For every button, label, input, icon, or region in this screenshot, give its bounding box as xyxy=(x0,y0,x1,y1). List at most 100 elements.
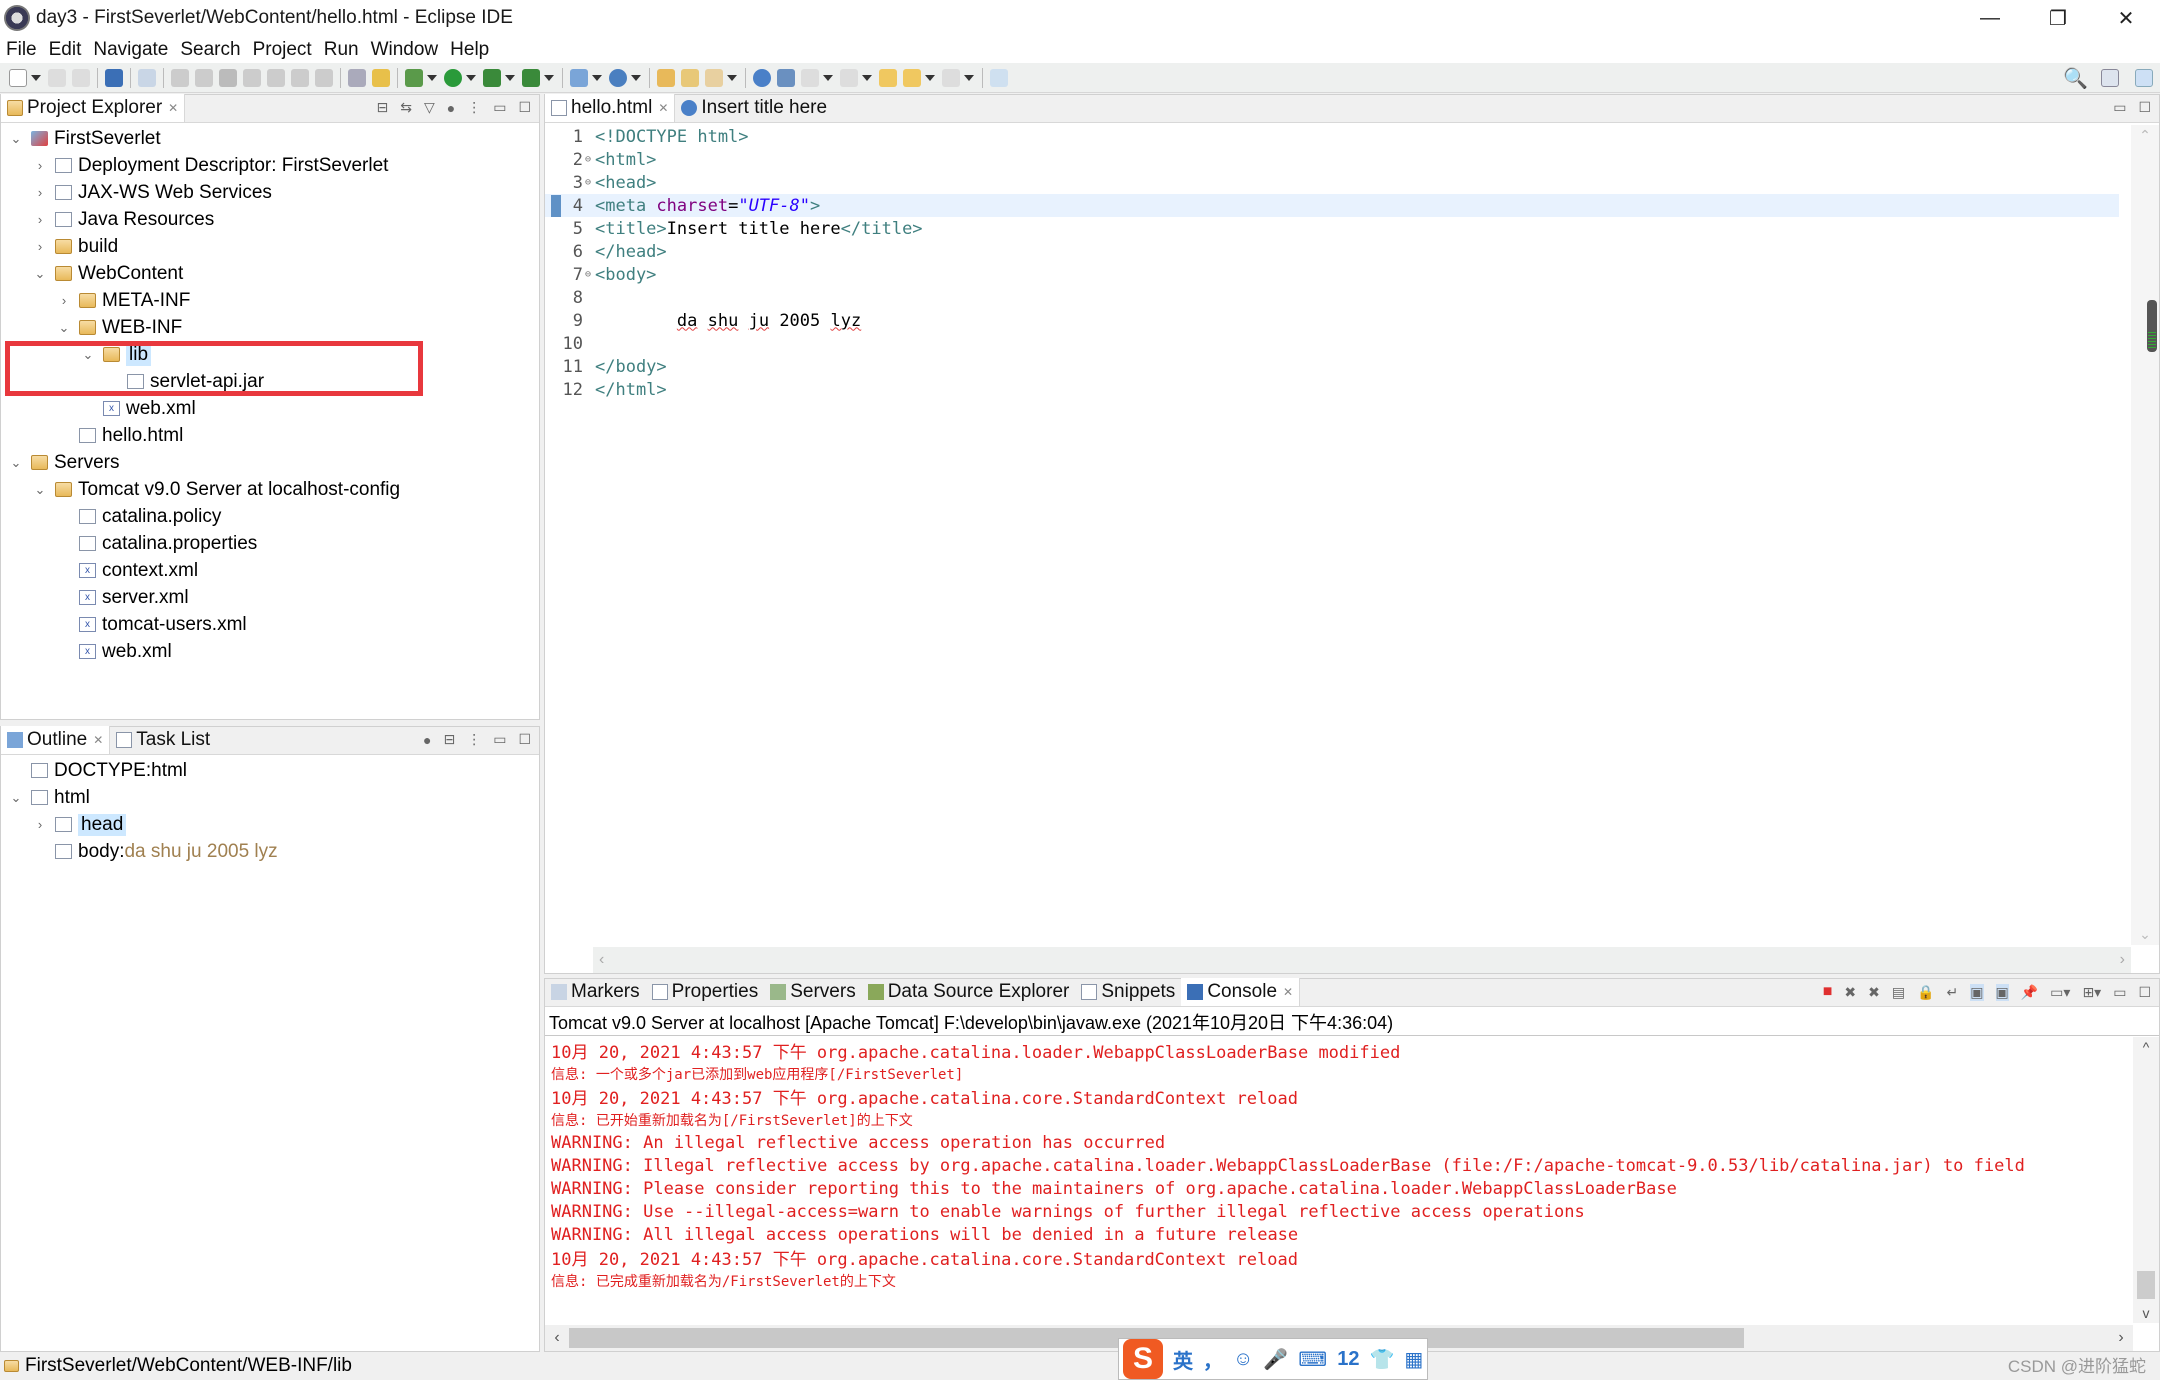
search-tool-icon[interactable] xyxy=(705,68,723,87)
tab-markers[interactable]: Markers xyxy=(545,978,646,1006)
scroll-left-icon[interactable]: ‹ xyxy=(599,951,604,969)
console-vertical-scrollbar[interactable]: ^ v xyxy=(2133,1037,2159,1323)
tab-console[interactable]: Console ✕ xyxy=(1181,978,1301,1006)
step-filters-icon[interactable] xyxy=(372,68,390,87)
collapse-all-icon[interactable]: ⊟ xyxy=(443,731,455,748)
show-on-stderr-icon[interactable]: ▣ xyxy=(1995,983,2009,1001)
menu-run[interactable]: Run xyxy=(324,39,359,61)
expand-icon[interactable]: › xyxy=(33,239,47,254)
minimize-button[interactable]: — xyxy=(1956,0,2024,36)
tab-data-source-explorer[interactable]: Data Source Explorer xyxy=(862,978,1076,1006)
external-tools-icon[interactable] xyxy=(522,68,540,87)
maximize-view-icon[interactable]: ☐ xyxy=(2138,99,2151,116)
ime-keyboard-icon[interactable]: ⌨ xyxy=(1298,1347,1327,1372)
expand-icon[interactable]: › xyxy=(33,212,47,227)
ime-toolbox-icon[interactable]: ▦ xyxy=(1404,1347,1423,1372)
tree-item[interactable]: x server.xml xyxy=(1,584,539,611)
tree-item[interactable]: x web.xml xyxy=(1,395,539,422)
menu-edit[interactable]: Edit xyxy=(49,39,82,61)
tab-properties[interactable]: Properties xyxy=(646,978,765,1006)
tree-item[interactable]: x web.xml xyxy=(1,638,539,665)
next-annotation-icon[interactable] xyxy=(801,68,819,87)
fold-icon[interactable]: ⊖ xyxy=(585,177,595,188)
collapse-icon[interactable]: ⌄ xyxy=(9,790,23,806)
tree-item[interactable]: catalina.policy xyxy=(1,503,539,530)
open-type-icon[interactable] xyxy=(657,68,675,87)
tree-item[interactable]: body : da shu ju 2005 lyz xyxy=(1,838,539,865)
drop-to-frame-icon[interactable] xyxy=(348,68,366,87)
tree-item[interactable]: › build xyxy=(1,233,539,260)
scroll-right-icon[interactable]: › xyxy=(2120,951,2125,969)
close-icon[interactable]: ✕ xyxy=(1283,985,1293,999)
remove-all-launches-icon[interactable]: ✖ xyxy=(1868,984,1880,1001)
new-web-project-icon[interactable] xyxy=(570,68,588,87)
minimize-view-icon[interactable]: ▭ xyxy=(2113,99,2126,116)
fold-icon[interactable]: ⊖ xyxy=(585,269,595,280)
tree-item[interactable]: › head xyxy=(1,811,539,838)
code-line[interactable]: 10 xyxy=(545,332,2119,355)
ime-punctuation-icon[interactable]: ， xyxy=(1203,1345,1223,1374)
new-servlet-icon[interactable] xyxy=(609,68,627,87)
pin-editor-icon[interactable] xyxy=(990,68,1008,87)
close-icon[interactable]: ✕ xyxy=(168,101,178,115)
menu-help[interactable]: Help xyxy=(450,39,489,61)
resume-icon[interactable] xyxy=(171,68,189,87)
expand-icon[interactable]: › xyxy=(33,185,47,200)
console-output[interactable]: 10月 20, 2021 4:43:57 下午 org.apache.catal… xyxy=(545,1039,2133,1292)
collapse-icon[interactable]: ⌄ xyxy=(9,455,23,471)
tree-item[interactable]: DOCTYPE:html xyxy=(1,757,539,784)
code-line[interactable]: 5 <title>Insert title here</title> xyxy=(545,217,2119,240)
sogou-logo-icon[interactable]: S xyxy=(1123,1339,1163,1379)
maximize-view-icon[interactable]: ☐ xyxy=(518,731,531,748)
ime-emoji-icon[interactable]: ☺ xyxy=(1233,1348,1253,1371)
ime-language-toggle[interactable]: 英 xyxy=(1173,1345,1193,1374)
tab-snippets[interactable]: Snippets xyxy=(1075,978,1181,1006)
back-icon[interactable] xyxy=(903,68,921,87)
collapse-all-icon[interactable]: ⊟ xyxy=(376,99,388,116)
horizontal-scrollbar[interactable]: ‹ › xyxy=(593,947,2131,973)
open-perspective-icon[interactable] xyxy=(2101,69,2119,87)
coverage-icon[interactable] xyxy=(483,68,501,87)
display-console-icon[interactable]: ▭▾ xyxy=(2050,984,2070,1001)
step-over-icon[interactable] xyxy=(291,68,309,87)
tree-item[interactable]: › Java Resources xyxy=(1,206,539,233)
hide-nonpublic-icon[interactable]: ● xyxy=(423,732,431,748)
tab-project-explorer[interactable]: Project Explorer ✕ xyxy=(1,94,186,122)
scroll-lock-icon[interactable]: 🔒 xyxy=(1917,984,1934,1001)
code-line[interactable]: 12 </html> xyxy=(545,378,2119,401)
view-menu-icon[interactable]: ⋮ xyxy=(467,731,481,748)
java-ee-perspective-icon[interactable] xyxy=(2135,69,2153,87)
vertical-scrollbar[interactable]: ⌃ ⌄ xyxy=(2131,125,2159,945)
tree-item[interactable]: x tomcat-users.xml xyxy=(1,611,539,638)
save-all-icon[interactable] xyxy=(72,68,90,87)
maximize-view-icon[interactable]: ☐ xyxy=(518,99,531,116)
code-line[interactable]: 1 <!DOCTYPE html> xyxy=(545,125,2119,148)
ime-skin-icon[interactable]: 👕 xyxy=(1369,1347,1394,1372)
menu-search[interactable]: Search xyxy=(180,39,240,61)
new-icon[interactable] xyxy=(9,68,27,87)
save-icon[interactable] xyxy=(48,68,66,87)
open-task-icon[interactable] xyxy=(681,68,699,87)
scroll-up-icon[interactable]: ^ xyxy=(2133,1039,2159,1055)
minimize-view-icon[interactable]: ▭ xyxy=(493,731,506,748)
scroll-left-icon[interactable]: ‹ xyxy=(545,1329,569,1347)
fold-icon[interactable]: ⊖ xyxy=(585,154,595,165)
maximize-view-icon[interactable]: ☐ xyxy=(2138,984,2151,1001)
tree-item[interactable]: ⌄ FirstSeverlet xyxy=(1,125,539,152)
tree-item[interactable]: hello.html xyxy=(1,422,539,449)
tree-item[interactable]: ⌄ Tomcat v9.0 Server at localhost-config xyxy=(1,476,539,503)
run-icon[interactable] xyxy=(444,68,462,87)
collapse-icon[interactable]: ⌄ xyxy=(33,266,47,282)
close-icon[interactable]: ✕ xyxy=(658,101,668,115)
clear-console-icon[interactable]: ▤ xyxy=(1892,984,1905,1001)
previous-annotation-icon[interactable] xyxy=(840,68,858,87)
overview-ruler-thumb[interactable] xyxy=(2147,300,2157,352)
ime-user-icon[interactable]: 12 xyxy=(1337,1348,1359,1371)
filter-icon[interactable]: ▽ xyxy=(424,99,435,116)
tree-item[interactable]: ⌄ WebContent xyxy=(1,260,539,287)
tab-hello-html[interactable]: hello.html ✕ xyxy=(545,94,676,122)
code-line[interactable]: 7 ⊖ <body> xyxy=(545,263,2119,286)
restore-button[interactable]: ❐ xyxy=(2024,0,2092,36)
link-editor-icon[interactable]: ⇆ xyxy=(400,99,412,116)
scroll-right-icon[interactable]: › xyxy=(2109,1329,2133,1347)
